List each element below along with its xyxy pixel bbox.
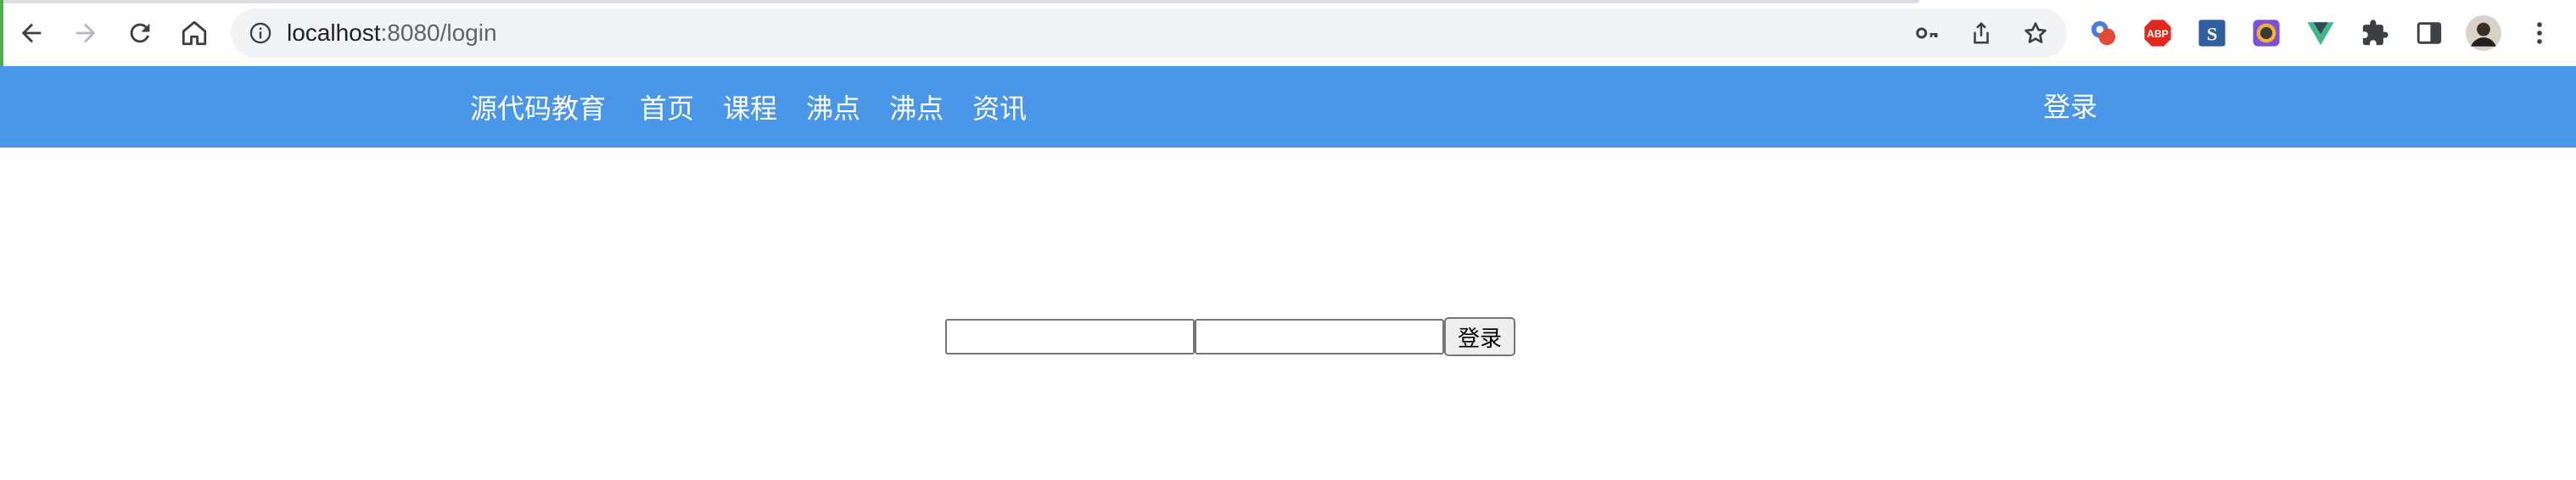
adblock-icon[interactable]: ABP: [2143, 19, 2172, 47]
forward-button[interactable]: [70, 17, 102, 49]
home-button[interactable]: [178, 17, 210, 49]
nav-link-news[interactable]: 资讯: [972, 87, 1027, 126]
avatar[interactable]: [2466, 15, 2501, 51]
main-nav: 源代码教育 首页 课程 沸点 沸点 资讯: [470, 66, 1056, 148]
info-icon[interactable]: [248, 20, 273, 46]
url-text[interactable]: localhost:8080/login: [287, 20, 497, 46]
star-icon[interactable]: [2021, 19, 2050, 47]
color-picker-extension-icon[interactable]: [2252, 19, 2281, 47]
tab-strip-edge: [0, 0, 1919, 3]
s-extension-badge-text: S: [2207, 24, 2218, 45]
login-form: 登录: [945, 317, 1516, 356]
share-icon[interactable]: [1967, 19, 1996, 47]
nav-link-home[interactable]: 首页: [640, 87, 694, 126]
url-host: localhost: [287, 20, 381, 46]
reload-icon: [130, 23, 150, 43]
vue-devtools-icon[interactable]: [2306, 19, 2335, 47]
kebab-menu-icon[interactable]: [2525, 19, 2554, 47]
address-bar[interactable]: localhost:8080/login: [231, 8, 2067, 58]
side-panel-icon[interactable]: [2415, 19, 2444, 47]
adblock-badge-text: ABP: [2147, 28, 2168, 40]
url-path: :8080/login: [380, 20, 497, 46]
nav-link-hot-1[interactable]: 沸点: [806, 87, 860, 126]
header-login-link[interactable]: 登录: [2043, 66, 2097, 148]
back-button[interactable]: [15, 17, 48, 49]
s-extension-icon[interactable]: S: [2198, 19, 2226, 47]
reload-button[interactable]: [124, 17, 156, 49]
puzzle-icon[interactable]: [2360, 19, 2389, 47]
translate-extension-icon[interactable]: [2089, 19, 2118, 47]
nav-link-courses[interactable]: 课程: [723, 87, 777, 126]
login-submit-button[interactable]: 登录: [1444, 317, 1516, 356]
password-input[interactable]: [1195, 319, 1444, 354]
window-edge: [0, 0, 3, 66]
arrow-right-icon: [76, 23, 96, 43]
site-logo-link[interactable]: 源代码教育: [470, 87, 606, 126]
key-icon[interactable]: [1912, 19, 1941, 47]
username-input[interactable]: [945, 319, 1195, 354]
site-header: 源代码教育 首页 课程 沸点 沸点 资讯 登录: [0, 66, 2576, 148]
home-icon: [182, 20, 207, 46]
arrow-left-icon: [21, 23, 42, 43]
nav-link-hot-2[interactable]: 沸点: [889, 87, 944, 126]
browser-toolbar: localhost:8080/login ABP S: [0, 0, 2576, 66]
